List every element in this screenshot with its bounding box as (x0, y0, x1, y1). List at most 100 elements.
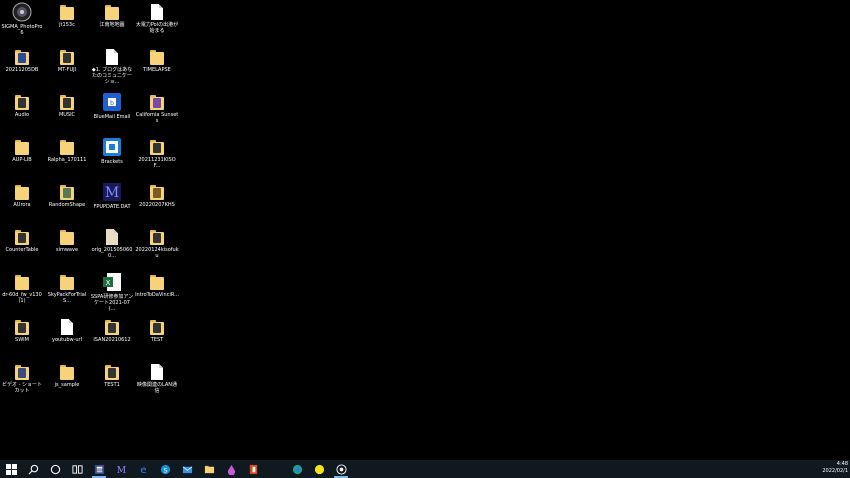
folder-icon (149, 229, 165, 245)
folder-icon (59, 364, 75, 380)
desktop-icon[interactable]: SIGMA_PhotoPro6 (0, 2, 44, 36)
desktop-icon[interactable]: Ralpha_170111 (45, 137, 89, 163)
folder-icon (59, 139, 75, 155)
desktop-icon[interactable]: Brackets (90, 137, 134, 165)
folder-icon (14, 319, 30, 335)
taskbar-explorer[interactable] (198, 460, 220, 478)
desktop-icon-label: FPUPDATE.DAT (93, 204, 131, 210)
desktop-icon[interactable]: RandomShape (45, 182, 89, 208)
desktop-icon[interactable]: 映像関連のLAN通信 (135, 362, 179, 394)
desktop-icon-label: SkyPackForTrialS... (47, 292, 87, 304)
desktop-icon[interactable]: jt153c (45, 2, 89, 28)
svg-text:M: M (116, 465, 125, 475)
desktop-icon-label: ビデオ - ショートカット (2, 382, 42, 394)
desktop-icon[interactable]: 20211231KISOF... (135, 137, 179, 169)
taskbar-app-1[interactable] (88, 460, 110, 478)
desktop-icon[interactable]: TEST (135, 317, 179, 343)
folder-icon (149, 94, 165, 110)
taskbar-drop[interactable] (220, 460, 242, 478)
desktop-icon[interactable]: IntroToDaVinciR... (135, 272, 179, 298)
taskbar-office[interactable] (242, 460, 264, 478)
taskbar-skype[interactable]: S (154, 460, 176, 478)
svg-text:b: b (110, 100, 114, 107)
desktop-icon[interactable]: 20220207KHS (135, 182, 179, 208)
desktop-icon[interactable]: California Sunsets (135, 92, 179, 124)
desktop-icon[interactable]: simwave (45, 227, 89, 253)
taskbar: Me S 4:48 2022/02/1 (0, 460, 850, 478)
document-icon (106, 229, 118, 245)
desktop-icon-label: TIMELAPSE (143, 67, 171, 73)
desktop-icon[interactable]: b BlueMail Email (90, 92, 134, 120)
desktop-icon-label: Brackets (101, 159, 123, 165)
desktop-icon-label: 20220207KHS (139, 202, 175, 208)
svg-text:M: M (105, 185, 119, 201)
taskbar-edge[interactable] (286, 460, 308, 478)
folder-icon (59, 229, 75, 245)
globe-icon (335, 463, 347, 475)
desktop-icon-label: Ralpha_170111 (47, 157, 87, 163)
folder-icon (149, 49, 165, 65)
desktop-icon[interactable]: youtubw-url (45, 317, 89, 343)
desktop-icon-label: simwave (55, 247, 79, 253)
desktop-icon[interactable]: ISAN20210612 (90, 317, 134, 343)
desktop-icon[interactable]: TEST1 (90, 362, 134, 388)
document-icon (151, 364, 163, 380)
desktop-icon[interactable]: Audio (0, 92, 44, 118)
mail-icon (182, 464, 193, 475)
folder-icon (149, 139, 165, 155)
desktop-icon[interactable]: M FPUPDATE.DAT (90, 182, 134, 210)
desktop-icon[interactable]: AUrora (0, 182, 44, 208)
taskbar-app-m[interactable]: M (110, 460, 132, 478)
search-button[interactable] (22, 460, 44, 478)
office-icon (248, 464, 259, 475)
desktop-icon[interactable]: AUP-LIB (0, 137, 44, 163)
desktop-icon-label: Audio (14, 112, 30, 118)
desktop-icon-label: 20211205DB (5, 67, 39, 73)
folder-icon (59, 274, 75, 290)
desktop-icon[interactable]: 20211205DB (0, 47, 44, 73)
search-icon (28, 464, 39, 475)
document-icon (61, 319, 73, 335)
desktop-icon[interactable]: MUSIC (45, 92, 89, 118)
folder-icon (104, 319, 120, 335)
taskbar-chrome-like[interactable] (330, 460, 352, 478)
folder-icon (104, 364, 120, 380)
desktop-icon[interactable]: 大電力Polの出港が始まる (135, 2, 179, 34)
desktop-icon[interactable]: SWIM (0, 317, 44, 343)
desktop-icon-label: California Sunsets (135, 112, 179, 124)
folder-icon (14, 94, 30, 110)
taskbar-yellow[interactable] (308, 460, 330, 478)
taskbar-ie[interactable]: e (132, 460, 154, 478)
desktop-icon-label: 江南地地圖 (99, 22, 125, 28)
folder-icon (14, 274, 30, 290)
desktop-icon-label: CounterTable (5, 247, 39, 253)
desktop-icon[interactable]: X SSPA研修参加アンケート2021-07 (... (90, 272, 134, 312)
taskbar-mail[interactable] (176, 460, 198, 478)
desktop-icon-label: SSPA研修参加アンケート2021-07 (... (90, 294, 134, 312)
desktop-icon[interactable]: ◆1. ブログはあなたのコミュニケーショ... (90, 47, 134, 85)
desktop-icon[interactable]: SkyPackForTrialS... (45, 272, 89, 304)
desktop-icon[interactable]: MT-FUJI (45, 47, 89, 73)
clock[interactable]: 4:48 2022/02/1 (822, 461, 848, 475)
desktop-icon[interactable]: 江南地地圖 (90, 2, 134, 28)
desktop-icon[interactable]: js_sample (45, 362, 89, 388)
desktop-icon-label: MT-FUJI (57, 67, 77, 73)
desktop-icon-label: SWIM (15, 337, 29, 343)
clock-date: 2022/02/1 (822, 468, 848, 474)
folder-icon (149, 319, 165, 335)
desktop-icon[interactable]: ビデオ - ショートカット (0, 362, 44, 394)
cortana-button[interactable] (44, 460, 66, 478)
folder-icon (59, 49, 75, 65)
app-window-icon (94, 464, 105, 475)
desktop-icon[interactable]: CounterTable (0, 227, 44, 253)
desktop-icon[interactable]: 20220124kisofuku (135, 227, 179, 259)
desktop-icon-label: BlueMail Email (93, 114, 131, 120)
desktop-icon[interactable]: orig_2015050600... (90, 227, 134, 259)
desktop-icon[interactable]: TIMELAPSE (135, 47, 179, 73)
taskview-button[interactable] (66, 460, 88, 478)
desktop-icon-label: js_sample (54, 382, 80, 388)
desktop-icon[interactable]: dr-60d_fw_v130 (1) (0, 272, 44, 304)
folder-icon (14, 49, 30, 65)
start-button[interactable] (0, 460, 22, 478)
ie-icon: e (138, 464, 149, 475)
